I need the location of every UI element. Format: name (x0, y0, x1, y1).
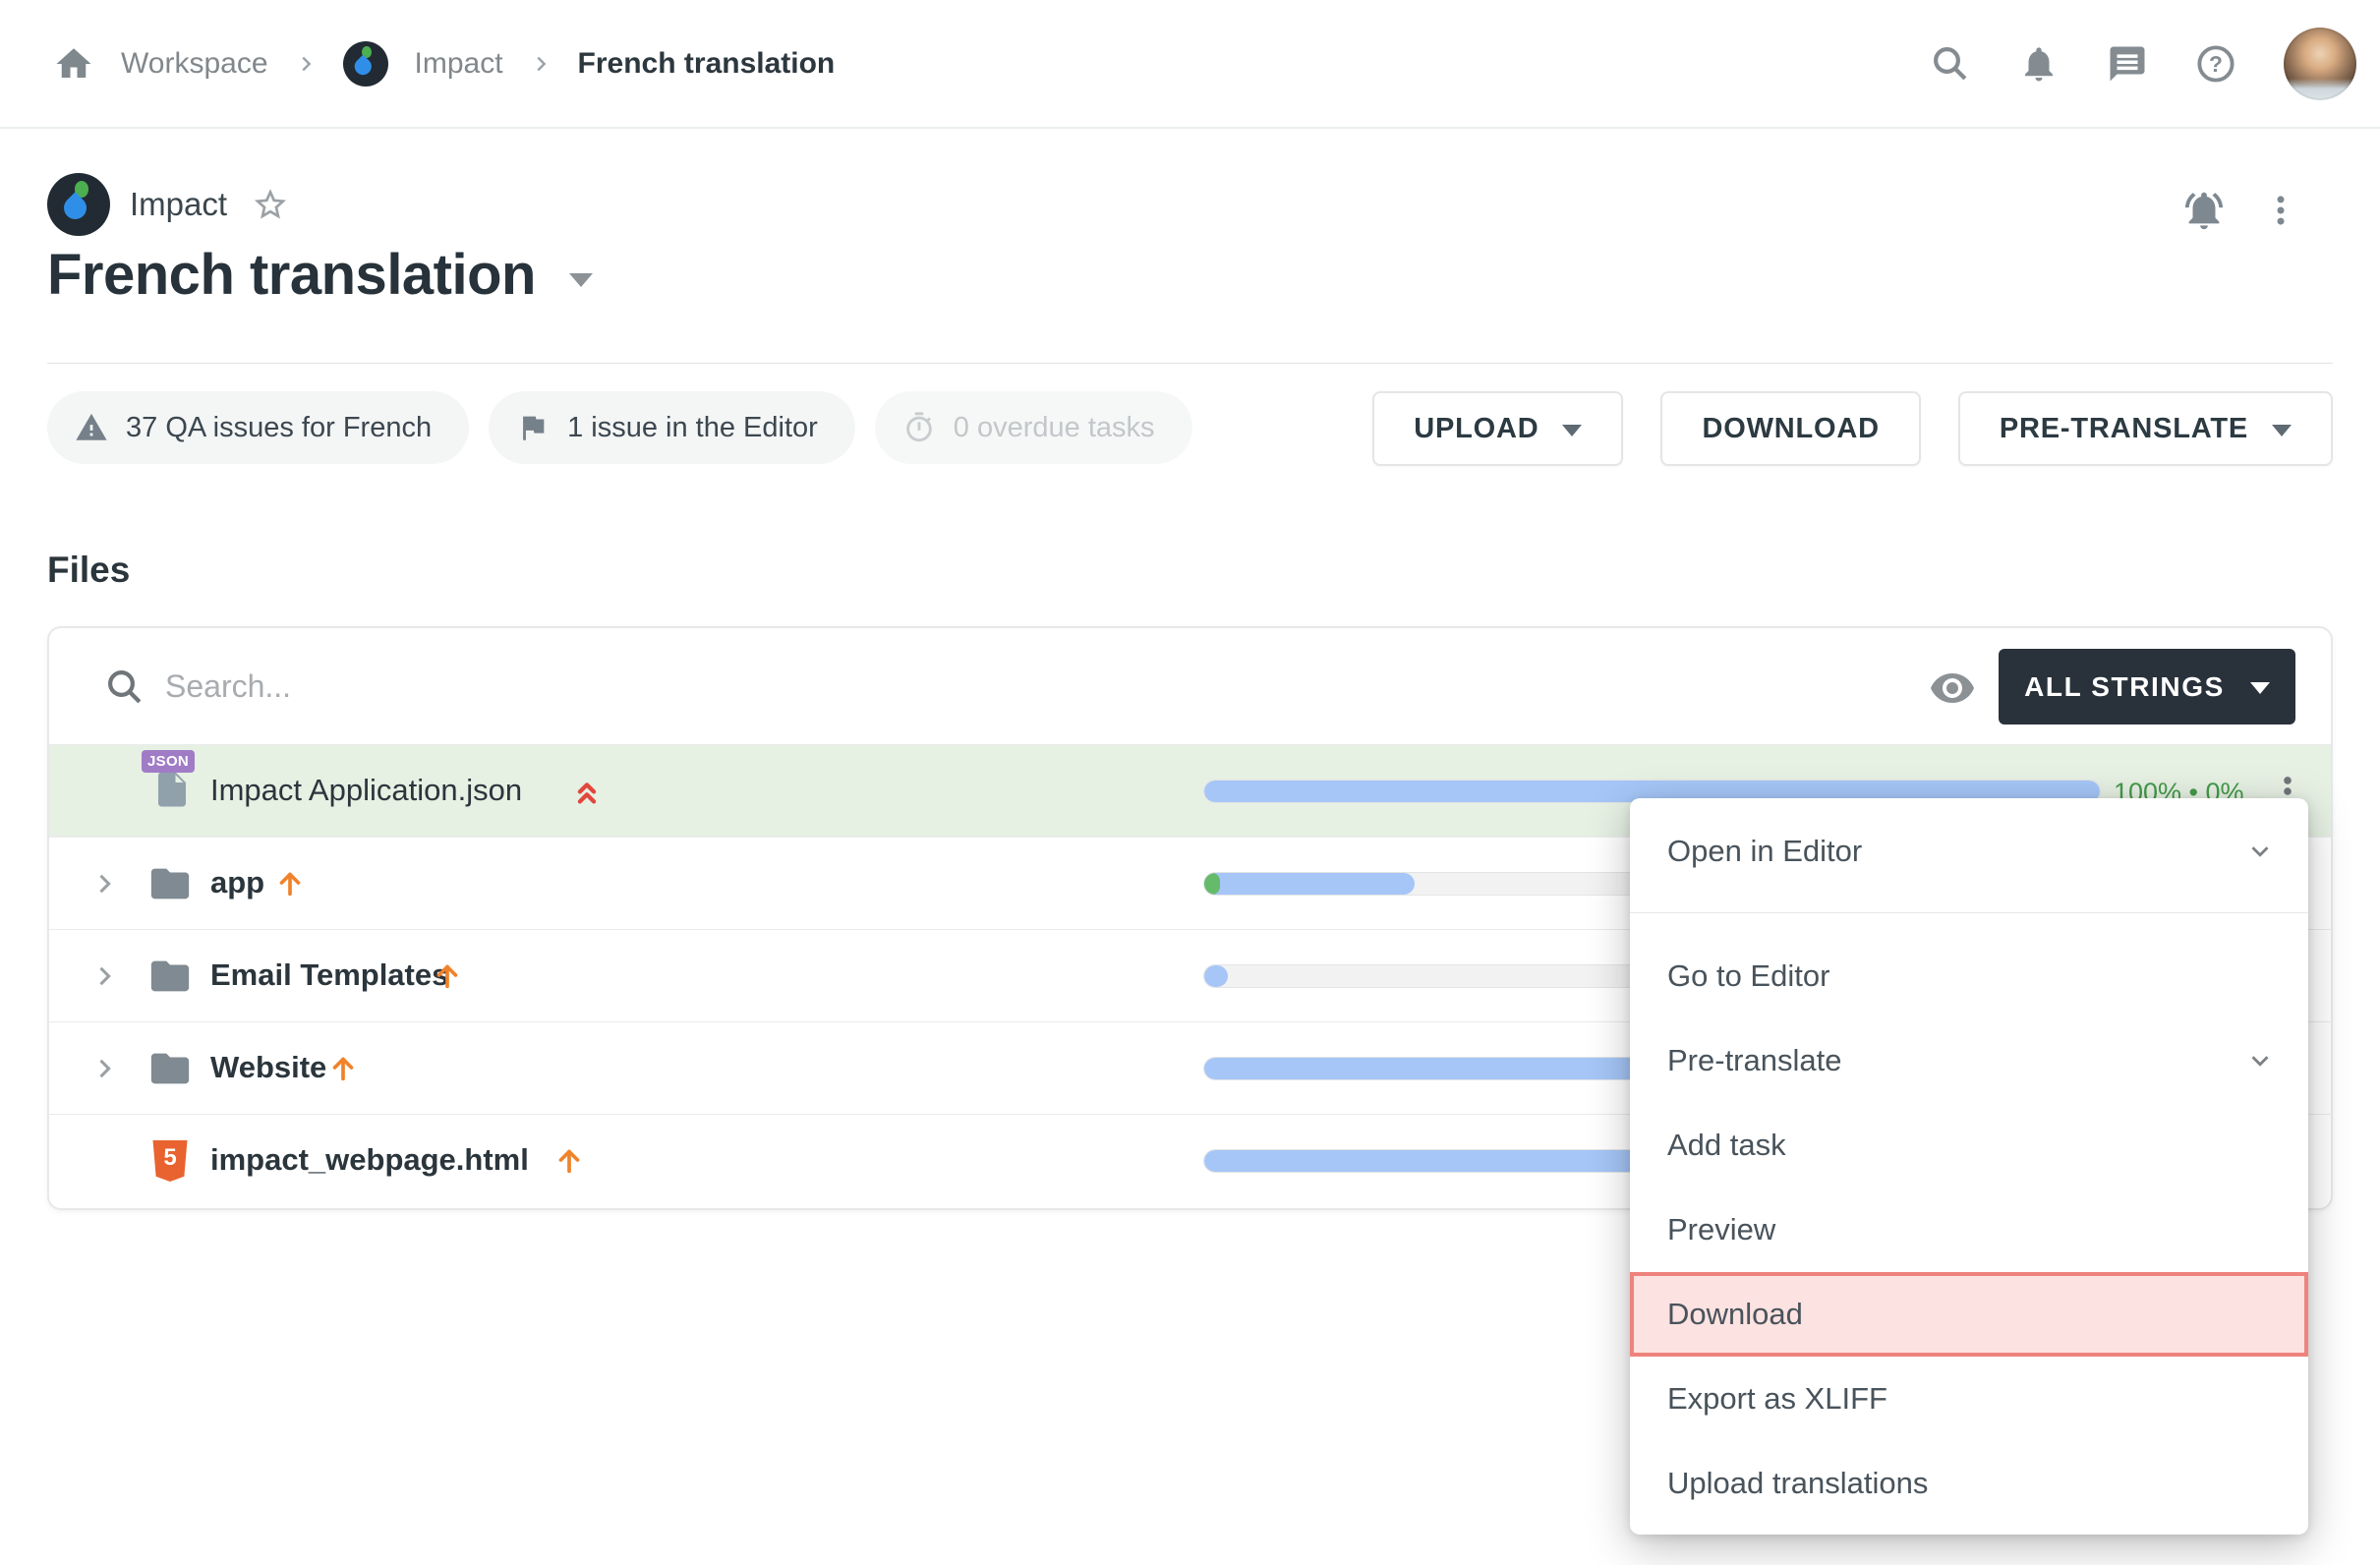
download-button-label: DOWNLOAD (1702, 413, 1879, 445)
project-header: Impact (47, 173, 288, 236)
folder-name: Website (210, 1050, 326, 1085)
menu-item-export-as-xliff[interactable]: Export as XLIFF (1630, 1357, 2308, 1441)
project-name[interactable]: Impact (130, 186, 227, 223)
editor-issues-badge[interactable]: 1 issue in the Editor (489, 391, 855, 464)
overdue-tasks-badge: 0 overdue tasks (875, 391, 1192, 464)
priority-high-icon (431, 958, 464, 992)
menu-item-go-to-editor[interactable]: Go to Editor (1630, 934, 2308, 1018)
pretranslate-button[interactable]: PRE-TRANSLATE (1958, 391, 2333, 466)
help-icon[interactable]: ? (2195, 43, 2236, 85)
breadcrumb: Workspace Impact French translation (0, 41, 835, 87)
menu-item-label: Preview (1667, 1212, 1775, 1247)
expand-chevron-icon[interactable] (90, 962, 118, 990)
strings-filter-label: ALL STRINGS (2024, 671, 2225, 703)
chevron-down-icon (2250, 682, 2270, 694)
html-badge-label: 5 (149, 1144, 191, 1172)
menu-item-label: Add task (1667, 1128, 1786, 1163)
menu-item-label: Go to Editor (1667, 958, 1829, 994)
svg-text:?: ? (2209, 50, 2223, 76)
menu-item-upload-translations[interactable]: Upload translations (1630, 1441, 2308, 1526)
menu-item-label: Export as XLIFF (1667, 1381, 1887, 1417)
project-logo-small[interactable] (343, 41, 388, 87)
overdue-tasks-label: 0 overdue tasks (954, 412, 1155, 444)
menu-item-open-in-editor[interactable]: Open in Editor (1630, 809, 2308, 894)
editor-issues-label: 1 issue in the Editor (567, 412, 818, 444)
priority-highest-icon (570, 774, 604, 807)
menu-item-label: Upload translations (1667, 1466, 1928, 1501)
eye-icon[interactable] (1929, 665, 1976, 712)
breadcrumb-project[interactable]: Impact (415, 47, 503, 81)
pretranslate-button-label: PRE-TRANSLATE (2000, 413, 2248, 445)
warning-icon (75, 411, 108, 444)
menu-divider (1630, 912, 2308, 913)
files-toolbar: ALL STRINGS (49, 628, 2331, 745)
search-icon[interactable] (1930, 43, 1971, 85)
chevron-down-icon (2272, 425, 2292, 436)
chevron-down-icon (2245, 1046, 2275, 1075)
messages-icon[interactable] (2107, 43, 2148, 85)
upload-button-label: UPLOAD (1414, 413, 1538, 445)
search-icon (104, 667, 145, 708)
menu-item-label: Download (1667, 1297, 1803, 1332)
star-icon[interactable] (253, 187, 288, 222)
notifications-bell-icon[interactable] (2018, 43, 2060, 85)
strings-filter-button[interactable]: ALL STRINGS (1999, 649, 2295, 725)
project-logo[interactable] (47, 173, 110, 236)
flag-icon (516, 411, 550, 444)
top-navigation-bar: Workspace Impact French translation ? (0, 0, 2380, 129)
menu-item-preview[interactable]: Preview (1630, 1188, 2308, 1272)
file-name: impact_webpage.html (210, 1142, 529, 1178)
priority-high-icon (273, 866, 307, 899)
project-notifications-icon[interactable] (2181, 188, 2227, 233)
page-title: French translation (47, 242, 536, 308)
divider (47, 363, 2333, 364)
menu-item-add-task[interactable]: Add task (1630, 1103, 2308, 1188)
chevron-down-icon (569, 273, 593, 287)
folder-icon (147, 861, 193, 906)
qa-issues-badge[interactable]: 37 QA issues for French (47, 391, 469, 464)
breadcrumb-workspace[interactable]: Workspace (121, 47, 268, 81)
upload-button[interactable]: UPLOAD (1372, 391, 1623, 466)
menu-item-pre-translate[interactable]: Pre-translate (1630, 1018, 2308, 1103)
folder-icon (147, 954, 193, 999)
menu-item-label: Open in Editor (1667, 834, 1862, 869)
expand-chevron-icon[interactable] (90, 1055, 118, 1082)
chevron-right-icon (530, 53, 551, 75)
files-search-input[interactable] (165, 656, 1640, 717)
expand-chevron-icon[interactable] (90, 870, 118, 898)
user-avatar[interactable] (2284, 28, 2356, 100)
folder-icon (147, 1046, 193, 1091)
menu-item-label: Pre-translate (1667, 1043, 1841, 1078)
files-section-title: Files (47, 550, 130, 591)
file-name: Impact Application.json (210, 773, 522, 808)
chevron-right-icon (295, 53, 317, 75)
download-button[interactable]: DOWNLOAD (1660, 391, 1920, 466)
json-badge-label: JSON (142, 750, 195, 773)
breadcrumb-current: French translation (578, 47, 836, 81)
qa-issues-label: 37 QA issues for French (126, 412, 432, 444)
project-more-menu-icon[interactable] (2262, 192, 2299, 229)
priority-high-icon (326, 1051, 360, 1084)
timer-icon (902, 411, 936, 444)
file-actions-row: UPLOAD DOWNLOAD PRE-TRANSLATE (1372, 391, 2333, 466)
topbar-actions: ? (1930, 28, 2380, 100)
chevron-down-icon (1562, 425, 1582, 436)
language-title-row[interactable]: French translation (47, 242, 593, 308)
app-canvas: Workspace Impact French translation ? Im… (0, 0, 2380, 1565)
home-icon[interactable] (53, 43, 94, 85)
chevron-down-icon (2245, 837, 2275, 866)
folder-name: Email Templates (210, 957, 448, 993)
folder-name: app (210, 865, 264, 900)
menu-item-download[interactable]: Download (1630, 1272, 2308, 1357)
status-badges-row: 37 QA issues for French 1 issue in the E… (47, 391, 1192, 464)
file-context-menu: Open in Editor Go to Editor Pre-translat… (1630, 798, 2308, 1535)
priority-high-icon (552, 1143, 586, 1177)
